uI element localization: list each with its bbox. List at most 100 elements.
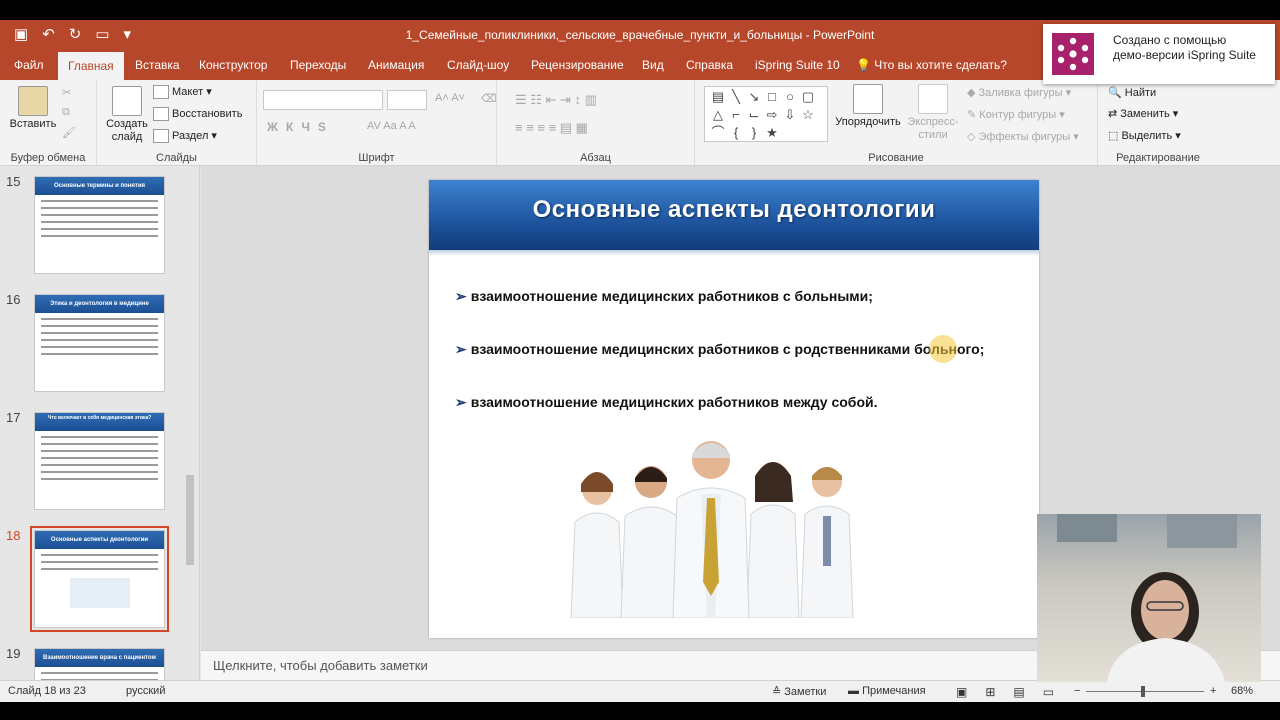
font-style-buttons[interactable]: ЖКЧS [267, 120, 334, 134]
font-size-combo[interactable] [387, 90, 427, 110]
select-button[interactable]: ⬚ Выделить ▾ [1108, 129, 1181, 142]
brace-left-shape-icon[interactable]: { [727, 124, 745, 142]
language-indicator[interactable]: русский [126, 685, 165, 697]
underline-button[interactable]: Ч [301, 120, 317, 134]
reading-view-icon[interactable]: ▤ [1013, 685, 1042, 699]
star-shape-icon[interactable]: ☆ [799, 106, 817, 124]
strike-button[interactable]: S [318, 120, 334, 134]
layout-label: Макет [172, 86, 204, 98]
clear-format-icon[interactable]: ⌫ [481, 92, 497, 105]
grow-font-icon[interactable]: A˄ A˅ [435, 92, 465, 104]
new-slide-icon [112, 86, 142, 116]
font-color-icon[interactable]: AV Aa A A [367, 120, 416, 132]
right-arrow-shape-icon[interactable]: ⇨ [763, 106, 781, 124]
arrange-button[interactable]: Упорядочить [833, 84, 903, 128]
thumb-number: 18 [6, 528, 21, 543]
tab-design[interactable]: Конструктор [189, 50, 277, 80]
tab-help[interactable]: Справка [676, 50, 743, 80]
textbox-shape-icon[interactable]: ▤ [709, 88, 727, 106]
format-painter-icon[interactable]: 🖌 [62, 126, 76, 139]
slide-title[interactable]: Основные аспекты деонтологии [429, 196, 1039, 224]
slide-bullet[interactable]: ➢ взаимоотношение медицинских работников … [455, 288, 873, 305]
slide-thumbnail-selected[interactable]: Основные аспекты деонтологии [30, 526, 169, 632]
scrollbar-thumb[interactable] [186, 475, 194, 565]
thumb-picture [69, 578, 130, 608]
quick-styles-button[interactable]: Экспресс- стили [903, 84, 963, 142]
rect-shape-icon[interactable]: □ [763, 88, 781, 106]
find-button[interactable]: 🔍 Найти [1108, 86, 1156, 99]
paste-button[interactable]: Вставить [8, 86, 58, 130]
shape-outline-button[interactable]: ✎ Контур фигуры ▾ [967, 108, 1065, 121]
new-slide-label-1: Создать [106, 118, 148, 130]
slide-thumbnail[interactable]: Что включает в себя медицинская этика? [34, 412, 165, 510]
tab-insert[interactable]: Вставка [125, 50, 190, 80]
star-filled-shape-icon[interactable]: ★ [763, 124, 781, 142]
doctor-figure-center [672, 441, 750, 618]
tab-slideshow[interactable]: Слайд-шоу [437, 50, 519, 80]
oval-shape-icon[interactable]: ○ [781, 88, 799, 106]
zoom-out-icon[interactable]: − [1074, 685, 1080, 697]
zoom-slider-track[interactable] [1086, 691, 1204, 692]
tab-home[interactable]: Главная [58, 52, 124, 80]
section-button[interactable]: Раздел ▾ [153, 129, 217, 144]
new-slide-button[interactable]: Создать слайд [105, 86, 149, 144]
list-icons[interactable]: ☰ ☷ ⇤ ⇥ ↕ ▥ [515, 92, 597, 108]
triangle-shape-icon[interactable]: △ [709, 106, 727, 124]
layout-button[interactable]: Макет ▾ [153, 85, 212, 100]
thumb-title: Основные аспекты деонтологии [35, 531, 164, 549]
thumb-number: 17 [6, 410, 21, 425]
slide-thumbnail[interactable]: Этика и деонтология в медицине [34, 294, 165, 392]
group-label: Редактирование [1116, 152, 1200, 164]
tab-file[interactable]: Файл [4, 50, 54, 80]
zoom-slider-handle[interactable] [1141, 686, 1145, 697]
connector-shape-icon[interactable]: ⌐ [727, 106, 745, 124]
bullet-text: взаимоотношение медицинских работников с… [470, 288, 873, 304]
tab-ispring[interactable]: iSpring Suite 10 [745, 50, 850, 80]
arrow-bullet-icon: ➢ [455, 394, 467, 410]
font-name-combo[interactable] [263, 90, 383, 110]
view-buttons[interactable]: ▣⊞▤▭ [956, 685, 1072, 699]
down-arrow-shape-icon[interactable]: ⇩ [781, 106, 799, 124]
arrow-shape-icon[interactable]: ↘ [745, 88, 763, 106]
thumbnails-scrollbar[interactable] [184, 170, 196, 670]
tab-animations[interactable]: Анимация [358, 50, 434, 80]
bold-button[interactable]: Ж [267, 120, 286, 134]
replace-button[interactable]: ⇄ Заменить ▾ [1108, 107, 1178, 120]
ribbon: Вставить ✂ ⧉ 🖌 Буфер обмена Создать слай… [0, 80, 1280, 166]
group-label: Рисование [868, 152, 924, 164]
comments-toggle[interactable]: ▬ Примечания [848, 685, 926, 697]
zoom-level[interactable]: 68% [1231, 685, 1253, 697]
section-icon [153, 129, 169, 144]
rounded-rect-shape-icon[interactable]: ▢ [799, 88, 817, 106]
slide-bullet[interactable]: ➢ взаимоотношение медицинских работников … [455, 341, 984, 358]
thumb-number: 19 [6, 646, 21, 661]
italic-button[interactable]: К [286, 120, 302, 134]
elbow-shape-icon[interactable]: ⌙ [745, 106, 763, 124]
slideshow-view-icon[interactable]: ▭ [1043, 685, 1072, 699]
slide-thumbnail[interactable]: Взаимоотношение врача с пациентом [34, 648, 165, 680]
zoom-in-icon[interactable]: + [1210, 685, 1216, 697]
brace-right-shape-icon[interactable]: } [745, 124, 763, 142]
reset-button[interactable]: Восстановить [153, 107, 242, 121]
sorter-view-icon[interactable]: ⊞ [985, 685, 1013, 699]
slide-thumbnail[interactable]: Основные термины и понятия [34, 176, 165, 274]
current-slide[interactable]: Основные аспекты деонтологии ➢ взаимоотно… [429, 180, 1039, 638]
notes-toggle-label: Заметки [784, 686, 827, 698]
cut-icon[interactable]: ✂ [62, 86, 71, 99]
shape-fill-button[interactable]: ◆ Заливка фигуры ▾ [967, 86, 1071, 99]
tab-review[interactable]: Рецензирование [521, 50, 634, 80]
doctor-figure [570, 472, 624, 618]
curve-shape-icon[interactable]: ⌒ [709, 124, 727, 142]
tell-me[interactable]: 💡 Что вы хотите сделать? [856, 50, 1007, 80]
normal-view-icon[interactable]: ▣ [956, 685, 985, 699]
shape-effects-button[interactable]: ◇ Эффекты фигуры ▾ [967, 130, 1079, 143]
line-shape-icon[interactable]: ╲ [727, 88, 745, 106]
slide-bullet[interactable]: ➢ взаимоотношение медицинских работников … [455, 394, 878, 411]
copy-icon[interactable]: ⧉ [62, 106, 70, 119]
notes-toggle[interactable]: ≙ Заметки [772, 685, 826, 698]
doctors-group-picture[interactable] [569, 432, 883, 618]
tab-transitions[interactable]: Переходы [280, 50, 356, 80]
tab-view[interactable]: Вид [632, 50, 674, 80]
align-icons[interactable]: ≡ ≡ ≡ ≡ ▤ ▦ [515, 120, 588, 136]
shapes-gallery[interactable]: ▤ ╲ ↘ □ ○ ▢ △ ⌐ ⌙ ⇨ ⇩ ☆ ⌒ { } ★ [704, 86, 828, 142]
